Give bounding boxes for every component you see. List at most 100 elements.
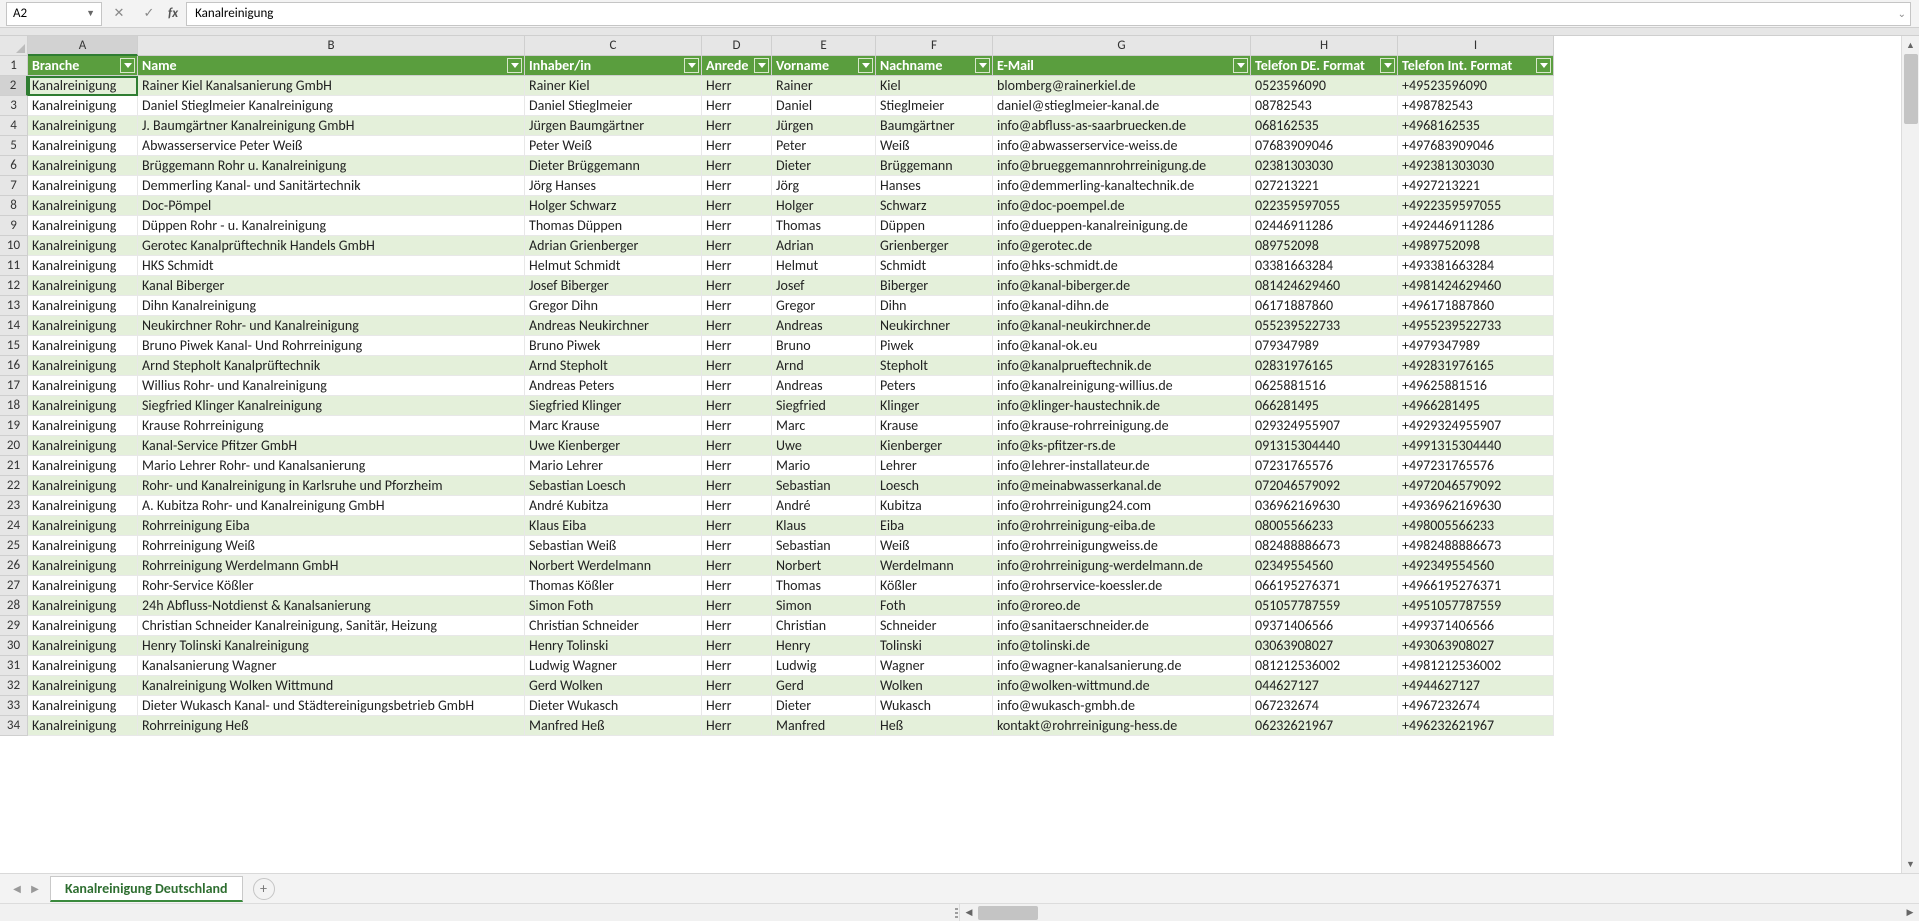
row-header[interactable]: 7 [0, 176, 28, 196]
cell[interactable]: kontakt@rohrreinigung-hess.de [993, 716, 1251, 736]
cell[interactable]: Daniel Stieglmeier [525, 96, 702, 116]
cell[interactable]: Grienberger [876, 236, 993, 256]
cell[interactable]: Manfred [772, 716, 876, 736]
add-sheet-button[interactable]: + [253, 878, 275, 900]
cell[interactable]: info@wolken-wittmund.de [993, 676, 1251, 696]
filter-dropdown-icon[interactable] [120, 58, 135, 73]
fx-icon[interactable]: fx [168, 6, 178, 21]
cell[interactable]: Herr [702, 496, 772, 516]
row-header[interactable]: 22 [0, 476, 28, 496]
horizontal-scroll-track[interactable] [978, 906, 1901, 920]
cell[interactable]: Gerd [772, 676, 876, 696]
cell[interactable]: +4966195276371 [1398, 576, 1554, 596]
cell[interactable]: Herr [702, 156, 772, 176]
column-header[interactable]: E [772, 36, 876, 56]
cell[interactable]: Stieglmeier [876, 96, 993, 116]
cell[interactable]: Arnd Stepholt Kanalprüftechnik [138, 356, 525, 376]
column-header[interactable]: H [1251, 36, 1398, 56]
cell[interactable]: Rainer [772, 76, 876, 96]
cell[interactable]: Dihn [876, 296, 993, 316]
cell[interactable]: +4991315304440 [1398, 436, 1554, 456]
table-header[interactable]: Telefon DE. Format [1251, 56, 1398, 76]
cell[interactable]: Herr [702, 596, 772, 616]
cell[interactable]: info@abfluss-as-saarbruecken.de [993, 116, 1251, 136]
cell[interactable]: Gerd Wolken [525, 676, 702, 696]
cell[interactable]: Kanalreinigung [28, 256, 138, 276]
filter-dropdown-icon[interactable] [754, 58, 769, 73]
cell[interactable]: info@kanal-neukirchner.de [993, 316, 1251, 336]
cell[interactable]: +4989752098 [1398, 236, 1554, 256]
cell[interactable]: info@kanalreinigung-willius.de [993, 376, 1251, 396]
cell[interactable]: Klaus [772, 516, 876, 536]
cell[interactable]: info@klinger-haustechnik.de [993, 396, 1251, 416]
cell[interactable]: Siegfried Klinger [525, 396, 702, 416]
scroll-down-arrow-icon[interactable]: ▼ [1902, 855, 1919, 873]
row-header[interactable]: 34 [0, 716, 28, 736]
column-header[interactable]: D [702, 36, 772, 56]
cell[interactable]: Dieter Wukasch Kanal- und Städtereinigun… [138, 696, 525, 716]
cell[interactable]: Kanalreinigung [28, 456, 138, 476]
horizontal-scroll-thumb[interactable] [978, 906, 1038, 920]
cell[interactable]: Kanalreinigung [28, 316, 138, 336]
row-header[interactable]: 31 [0, 656, 28, 676]
cell[interactable]: info@abwasserservice-weiss.de [993, 136, 1251, 156]
cell[interactable]: daniel@stieglmeier-kanal.de [993, 96, 1251, 116]
cell[interactable]: Kanalreinigung Wolken Wittmund [138, 676, 525, 696]
scroll-right-arrow-icon[interactable]: ▶ [1901, 904, 1919, 921]
row-header[interactable]: 14 [0, 316, 28, 336]
filter-dropdown-icon[interactable] [1536, 58, 1551, 73]
cell[interactable]: Kanalreinigung [28, 696, 138, 716]
cell[interactable]: Mario Lehrer Rohr- und Kanalsanierung [138, 456, 525, 476]
cell[interactable]: info@dueppen-kanalreinigung.de [993, 216, 1251, 236]
cell[interactable]: Kanalreinigung [28, 676, 138, 696]
filter-dropdown-icon[interactable] [684, 58, 699, 73]
cell[interactable]: 051057787559 [1251, 596, 1398, 616]
cell[interactable]: Weiß [876, 536, 993, 556]
cell[interactable]: +49625881516 [1398, 376, 1554, 396]
name-box[interactable]: A2 ▼ [6, 2, 102, 26]
cell[interactable]: Andreas [772, 316, 876, 336]
cell[interactable]: Eiba [876, 516, 993, 536]
row-header[interactable]: 1 [0, 56, 28, 76]
cell[interactable]: Kanalsanierung Wagner [138, 656, 525, 676]
cell[interactable]: Kanalreinigung [28, 236, 138, 256]
cell[interactable]: Kößler [876, 576, 993, 596]
row-header[interactable]: 10 [0, 236, 28, 256]
cell[interactable]: +496232621967 [1398, 716, 1554, 736]
tab-nav-prev-icon[interactable]: ◀ [8, 878, 26, 900]
cell[interactable]: Kanalreinigung [28, 396, 138, 416]
row-header[interactable]: 12 [0, 276, 28, 296]
cell[interactable]: Uwe Kienberger [525, 436, 702, 456]
accept-formula-button[interactable]: ✓ [136, 2, 162, 26]
cell[interactable]: +4922359597055 [1398, 196, 1554, 216]
cell[interactable]: info@rohrreinigungweiss.de [993, 536, 1251, 556]
row-header[interactable]: 4 [0, 116, 28, 136]
cell[interactable]: Andreas [772, 376, 876, 396]
cell[interactable]: Dieter [772, 696, 876, 716]
cell[interactable]: Schwarz [876, 196, 993, 216]
cell[interactable]: Herr [702, 116, 772, 136]
cell[interactable]: Schneider [876, 616, 993, 636]
cell[interactable]: Kanalreinigung [28, 656, 138, 676]
cell[interactable]: Kanalreinigung [28, 216, 138, 236]
cell[interactable]: Jürgen Baumgärtner [525, 116, 702, 136]
cell[interactable]: +498005566233 [1398, 516, 1554, 536]
cell[interactable]: Herr [702, 236, 772, 256]
cell[interactable]: 081424629460 [1251, 276, 1398, 296]
cell[interactable]: Baumgärtner [876, 116, 993, 136]
cell[interactable]: Rohrreinigung Eiba [138, 516, 525, 536]
cell[interactable]: Doc-Pömpel [138, 196, 525, 216]
cell[interactable]: Sebastian Loesch [525, 476, 702, 496]
cell[interactable]: +4968162535 [1398, 116, 1554, 136]
cell[interactable]: Siegfried Klinger Kanalreinigung [138, 396, 525, 416]
cell[interactable]: Norbert Werdelmann [525, 556, 702, 576]
cell[interactable]: Christian Schneider [525, 616, 702, 636]
cell[interactable]: Brüggemann Rohr u. Kanalreinigung [138, 156, 525, 176]
cell[interactable]: Kanalreinigung [28, 716, 138, 736]
cell[interactable]: 07231765576 [1251, 456, 1398, 476]
cell[interactable]: info@kanal-biberger.de [993, 276, 1251, 296]
cell[interactable]: Thomas Düppen [525, 216, 702, 236]
cell[interactable]: 072046579092 [1251, 476, 1398, 496]
cell[interactable]: info@lehrer-installateur.de [993, 456, 1251, 476]
cell[interactable]: Rohrreinigung Heß [138, 716, 525, 736]
